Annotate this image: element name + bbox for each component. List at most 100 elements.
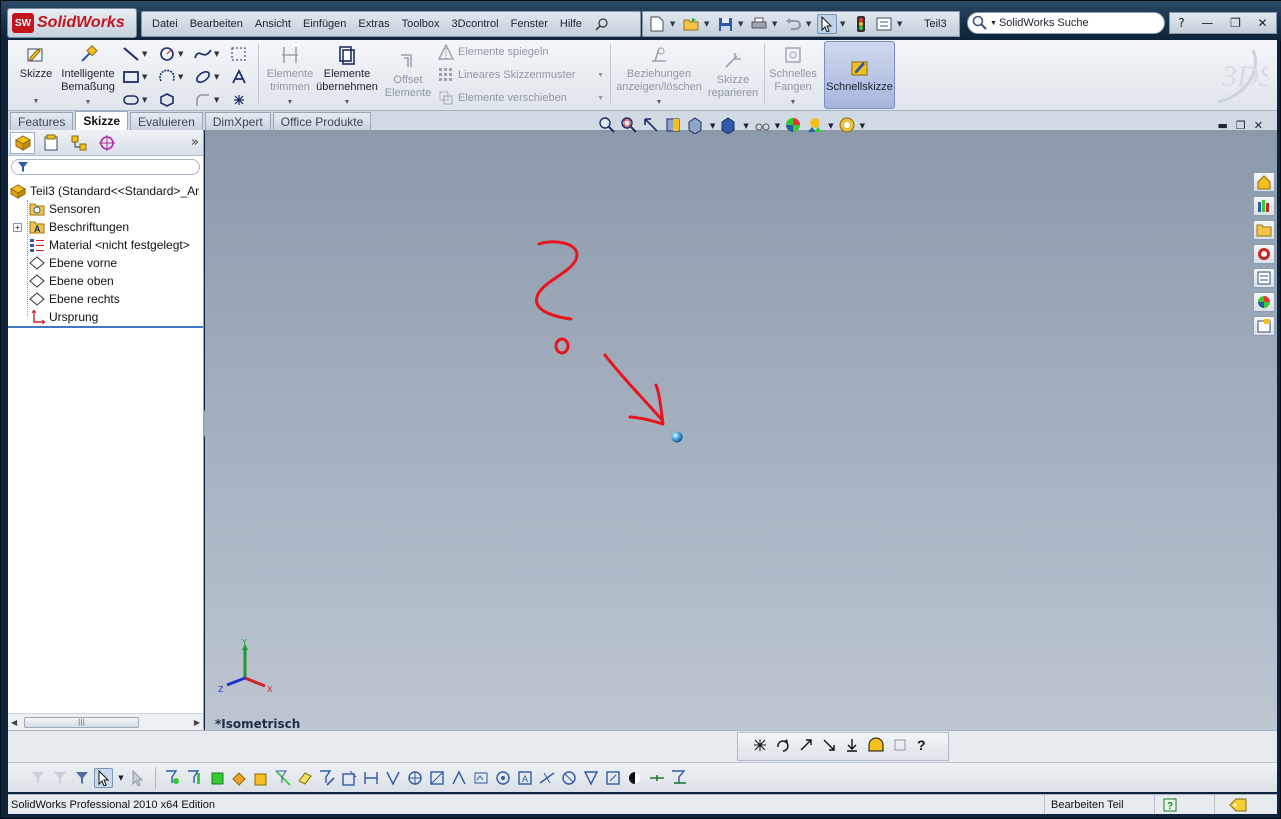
configuration-manager-tab-icon[interactable] [66, 132, 91, 154]
filter-surface-finish-icon[interactable] [383, 768, 402, 788]
select-cursor-icon[interactable] [817, 14, 837, 34]
filter-tables-icon[interactable]: A [515, 768, 534, 788]
smart-dimension-button[interactable]: Intelligente Bemaßung ▼ [58, 44, 118, 109]
chevron-down-icon[interactable]: ▼ [860, 122, 865, 130]
save-icon[interactable] [715, 14, 735, 34]
quick-snaps-button[interactable]: Schnelles Fangen ▼ [766, 44, 820, 109]
feature-tree-tab-icon[interactable] [10, 131, 35, 154]
chevron-down-icon[interactable]: ▼ [344, 96, 351, 109]
scrollbar-thumb[interactable]: ||| [24, 717, 139, 728]
select-cursor-icon[interactable] [94, 767, 113, 788]
tree-item-beschriftungen[interactable]: + A Beschriftungen [8, 218, 203, 236]
view-palette-icon[interactable] [1253, 268, 1275, 288]
filter-blocks-icon[interactable] [493, 768, 512, 788]
chevron-down-icon[interactable]: ▼ [840, 20, 848, 28]
tree-filter-input[interactable] [11, 159, 200, 175]
chevron-down-icon[interactable]: ▼ [597, 72, 604, 79]
rebuild-icon[interactable] [851, 14, 871, 34]
filter-clear-icon[interactable] [50, 768, 69, 788]
edit-appearance-icon[interactable] [784, 116, 802, 137]
zoom-to-fit-icon[interactable] [598, 116, 616, 137]
select-filter-mode-icon[interactable] [129, 768, 148, 788]
repair-sketch-button[interactable]: Skizze reparieren [706, 50, 760, 100]
tree-item-ebene-vorne[interactable]: Ebene vorne [8, 254, 203, 272]
filter-notes-icon[interactable] [449, 768, 468, 788]
filter-sketch-points-icon[interactable] [339, 768, 358, 788]
chevron-down-icon[interactable]: ▼ [772, 20, 780, 28]
help-icon[interactable]: ? [915, 737, 929, 756]
menu-extras[interactable]: Extras [352, 18, 395, 30]
menu-datei[interactable]: Datei [146, 18, 184, 30]
menu-toolbox[interactable]: Toolbox [396, 18, 446, 30]
tree-item-material[interactable]: Material <nicht festgelegt> [8, 236, 203, 254]
slot-tool[interactable]: ▼ [122, 88, 158, 111]
chevron-down-icon[interactable]: ▼ [897, 20, 905, 28]
filter-datum-target-icon[interactable] [603, 768, 622, 788]
design-library-icon[interactable] [1253, 196, 1275, 216]
tree-rollback-bar[interactable] [8, 326, 203, 328]
chevron-down-icon[interactable]: ▼ [33, 95, 40, 108]
chevron-down-icon[interactable]: ▼ [790, 96, 797, 109]
search-box[interactable]: ▼ SolidWorks Suche [967, 12, 1165, 34]
filter-vertices-icon[interactable] [163, 768, 182, 788]
menu-3dcontrol[interactable]: 3Dcontrol [446, 18, 505, 30]
close-button[interactable]: ✕ [1258, 16, 1268, 30]
menu-bearbeiten[interactable]: Bearbeiten [184, 18, 249, 30]
new-document-icon[interactable] [647, 14, 667, 34]
pin-icon[interactable] [594, 16, 610, 32]
viewport-minimize-button[interactable]: ▬ [1218, 119, 1228, 132]
rotate-sketch-icon[interactable] [775, 737, 791, 756]
filter-sketch-lines-icon[interactable] [317, 768, 336, 788]
restore-button[interactable]: ❐ [1230, 16, 1241, 30]
circle-tool[interactable]: ▼ [158, 42, 194, 65]
arrow-down-icon[interactable] [844, 737, 860, 756]
filter-hole-icon[interactable] [559, 768, 578, 788]
offset-entities-button[interactable]: Offset Elemente [381, 50, 435, 100]
filter-edges-icon[interactable] [185, 768, 204, 788]
viewport-restore-button[interactable]: ❐ [1236, 119, 1246, 132]
chevron-down-icon[interactable]: ▼ [670, 20, 678, 28]
horizontal-scrollbar[interactable]: ◀ ||| ▶ [8, 713, 203, 730]
sketch-point-icon[interactable] [670, 430, 684, 444]
linear-pattern-button[interactable]: Lineares Skizzenmuster ▼ [438, 67, 604, 83]
expand-icon[interactable]: + [13, 222, 22, 232]
trim-entities-button[interactable]: Elemente trimmen ▼ [261, 44, 319, 109]
tab-skizze[interactable]: Skizze [75, 111, 129, 130]
scroll-left-icon[interactable]: ◀ [11, 718, 17, 727]
filter-midpoint-icon[interactable] [625, 768, 644, 788]
status-help-icon[interactable]: ? [1154, 795, 1214, 814]
search-results-icon[interactable] [1253, 244, 1275, 264]
undo-icon[interactable] [783, 14, 803, 34]
chevron-down-icon[interactable]: ▼ [85, 96, 92, 109]
help-button[interactable]: ? [1178, 16, 1184, 30]
convert-entities-button[interactable]: Elemente übernehmen ▼ [314, 44, 380, 109]
filter-planes-icon[interactable] [295, 768, 314, 788]
ellipse-tool[interactable]: ▼ [194, 65, 230, 88]
polygon-tool[interactable] [158, 88, 194, 111]
filter-balloons-icon[interactable] [471, 768, 490, 788]
filter-gtol-icon[interactable] [581, 768, 600, 788]
relation-mini-icon[interactable] [892, 737, 908, 756]
tab-dimxpert[interactable]: DimXpert [204, 112, 271, 130]
arrow-down-right-icon[interactable] [821, 737, 837, 756]
view-orientation-icon[interactable] [686, 116, 706, 137]
custom-properties-icon[interactable] [1253, 316, 1275, 336]
tab-evaluieren[interactable]: Evaluieren [130, 112, 203, 130]
arrow-up-right-icon[interactable] [798, 737, 814, 756]
previous-view-icon[interactable] [642, 116, 660, 137]
tags-icon[interactable] [1214, 795, 1277, 814]
solidworks-logo[interactable]: SW SolidWorks [7, 8, 137, 38]
tree-item-ursprung[interactable]: Ursprung [8, 308, 203, 326]
quick-sketch-mini-icon[interactable] [867, 737, 885, 756]
display-relations-button[interactable]: Beziehungen anzeigen/löschen ▼ [613, 44, 705, 109]
graphics-area[interactable]: ▼ ▼ ▼ ▼ ▼ ▬ ❐ ✕ Y X Z *Isometrisch [205, 116, 1277, 731]
chevron-down-icon[interactable]: ▼ [990, 20, 997, 27]
chevron-down-icon[interactable]: ▼ [743, 122, 748, 130]
menu-hilfe[interactable]: Hilfe [554, 18, 588, 30]
property-manager-tab-icon[interactable] [38, 132, 63, 154]
search-input[interactable]: SolidWorks Suche [999, 17, 1089, 29]
menu-ansicht[interactable]: Ansicht [249, 18, 297, 30]
scroll-right-icon[interactable]: ▶ [194, 718, 200, 727]
chevron-down-icon[interactable]: ▼ [116, 768, 126, 788]
chevron-down-icon[interactable]: ▼ [704, 20, 712, 28]
